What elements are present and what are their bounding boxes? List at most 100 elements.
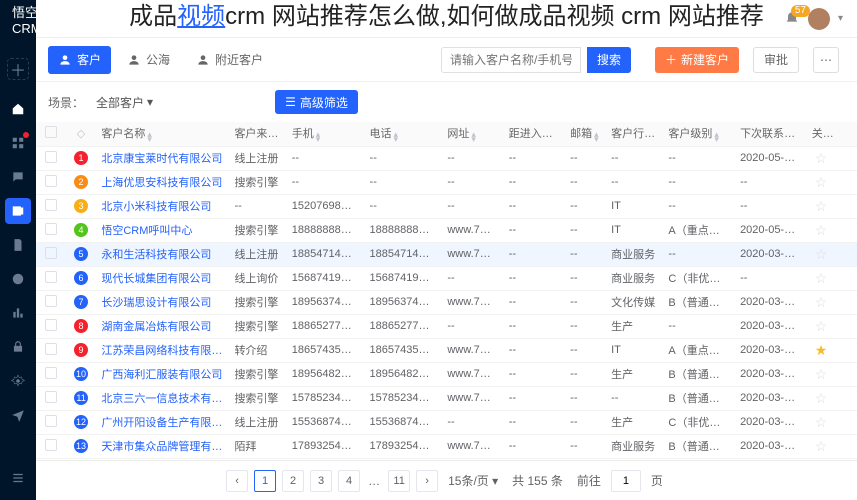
row-checkbox[interactable] — [36, 338, 67, 362]
row-checkbox[interactable] — [36, 314, 67, 338]
star-toggle[interactable]: ☆ — [806, 242, 837, 266]
star-toggle[interactable]: ☆ — [806, 194, 837, 218]
row-checkbox[interactable] — [36, 266, 67, 290]
table-row[interactable]: 10广西海利汇服装有限公司搜索引擎1895648235418956482354w… — [36, 362, 857, 386]
col-6[interactable]: 邮箱▴▾ — [564, 122, 605, 146]
star-toggle[interactable]: ☆ — [806, 170, 837, 194]
col-checkbox[interactable] — [36, 122, 67, 146]
star-toggle[interactable]: ☆ — [806, 386, 837, 410]
col-10[interactable]: 关注▴▾ — [806, 122, 837, 146]
row-checkbox[interactable] — [36, 194, 67, 218]
table-row[interactable]: 12广州开阳设备生产有限公司线上注册1553687452115536874521… — [36, 410, 857, 434]
customer-name-link[interactable]: 永和生活科技有限公司 — [95, 242, 228, 266]
row-checkbox[interactable] — [36, 386, 67, 410]
tab-公海[interactable]: 公海 — [117, 46, 180, 74]
star-toggle[interactable]: ☆ — [806, 290, 837, 314]
col-4[interactable]: 网址▴▾ — [441, 122, 502, 146]
nav-contacts[interactable] — [5, 198, 31, 224]
page-prev-button[interactable]: ‹ — [226, 470, 248, 492]
nav-chat[interactable] — [5, 164, 31, 190]
star-toggle[interactable]: ☆ — [806, 146, 837, 170]
page-2-button[interactable]: 2 — [282, 470, 304, 492]
nav-chart[interactable] — [5, 300, 31, 326]
customer-name-link[interactable]: 天津市集众品牌管理有限公司 — [95, 434, 228, 458]
page-1-button[interactable]: 1 — [254, 470, 276, 492]
table-row[interactable]: 3北京小米科技有限公司--15207698970--------IT----☆ — [36, 194, 857, 218]
customer-name-link[interactable]: 湖南金属冶炼有限公司 — [95, 314, 228, 338]
customer-name-link[interactable]: 江苏荣昌网络科技有限公司 — [95, 338, 228, 362]
nav-dashboard[interactable] — [5, 130, 31, 156]
nav-settings[interactable] — [5, 368, 31, 394]
col-index[interactable]: ◇ — [67, 122, 96, 146]
more-button[interactable]: ⋯ — [813, 47, 839, 73]
star-toggle[interactable]: ☆ — [806, 314, 837, 338]
table-row[interactable]: 8湖南金属冶炼有限公司搜索引擎1886527748918865277489---… — [36, 314, 857, 338]
star-toggle[interactable]: ☆ — [806, 266, 837, 290]
star-toggle[interactable]: ☆ — [806, 362, 837, 386]
row-checkbox[interactable] — [36, 410, 67, 434]
customer-name-link[interactable]: 现代长城集团有限公司 — [95, 266, 228, 290]
col-0[interactable]: 客户名称▴▾ — [95, 122, 228, 146]
nav-collapse-button[interactable] — [11, 471, 25, 488]
search-button[interactable]: 搜索 — [587, 47, 631, 73]
nav-home[interactable] — [5, 96, 31, 122]
star-toggle[interactable]: ★ — [806, 338, 837, 362]
nav-doc[interactable] — [5, 232, 31, 258]
customer-name-link[interactable]: 广西海利汇服装有限公司 — [95, 362, 228, 386]
customer-name-link[interactable]: 北京康宝莱时代有限公司 — [95, 146, 228, 170]
customer-name-link[interactable]: 北京小米科技有限公司 — [95, 194, 228, 218]
row-checkbox[interactable] — [36, 242, 67, 266]
row-checkbox[interactable] — [36, 434, 67, 458]
page-last-button[interactable]: 11 — [388, 470, 410, 492]
col-5[interactable]: 距进入公海…▴▾ — [503, 122, 564, 146]
new-customer-button[interactable]: ＋新建客户 — [655, 47, 739, 73]
star-toggle[interactable]: ☆ — [806, 410, 837, 434]
chevron-down-icon[interactable]: ▾ — [838, 13, 843, 24]
page-3-button[interactable]: 3 — [310, 470, 332, 492]
tab-附近客户[interactable]: 附近客户 — [186, 46, 273, 74]
row-checkbox[interactable] — [36, 170, 67, 194]
star-toggle[interactable]: ☆ — [806, 218, 837, 242]
customer-name-link[interactable]: 上海优思安科技有限公司 — [95, 170, 228, 194]
customer-name-link[interactable]: 北京三六一信息技术有限公司 — [95, 386, 228, 410]
row-index: 2 — [67, 170, 96, 194]
notification-bell-icon[interactable]: 57 — [784, 11, 800, 27]
table-row[interactable]: 5永和生活科技有限公司线上注册1885471456318854714563www… — [36, 242, 857, 266]
col-8[interactable]: 客户级别▴▾ — [662, 122, 734, 146]
table-row[interactable]: 6现代长城集团有限公司线上询价1568741963515687419635---… — [36, 266, 857, 290]
customer-name-link[interactable]: 长沙瑞思设计有限公司 — [95, 290, 228, 314]
scene-select[interactable]: 全部客户▾ — [96, 94, 153, 111]
nav-send[interactable] — [5, 402, 31, 428]
row-checkbox[interactable] — [36, 218, 67, 242]
row-checkbox[interactable] — [36, 290, 67, 314]
nav-lock[interactable] — [5, 334, 31, 360]
nav-money[interactable] — [5, 266, 31, 292]
table-row[interactable]: 11北京三六一信息技术有限公司搜索引擎157852345251578523452… — [36, 386, 857, 410]
table-row[interactable]: 2上海优思安科技有限公司搜索引擎----------------☆ — [36, 170, 857, 194]
goto-input[interactable] — [611, 470, 641, 492]
quick-add-button[interactable]: ＋ — [7, 58, 29, 80]
col-2[interactable]: 手机▴▾ — [286, 122, 364, 146]
page-next-button[interactable]: › — [416, 470, 438, 492]
search-input[interactable] — [441, 47, 581, 73]
row-checkbox[interactable] — [36, 146, 67, 170]
customer-name-link[interactable]: 广州开阳设备生产有限公司 — [95, 410, 228, 434]
table-row[interactable]: 13天津市集众品牌管理有限公司陌拜1789325412517893254125w… — [36, 434, 857, 458]
advanced-filter-button[interactable]: ☰高级筛选 — [275, 90, 358, 114]
customer-name-link[interactable]: 悟空CRM呼叫中心 — [95, 218, 228, 242]
table-row[interactable]: 4悟空CRM呼叫中心搜索引擎1888888888818888888888www.… — [36, 218, 857, 242]
table-row[interactable]: 1北京康宝莱时代有限公司线上注册--------------2020-05-2…… — [36, 146, 857, 170]
col-9[interactable]: 下次联系…▴▾ — [734, 122, 806, 146]
col-1[interactable]: 客户来源▴▾ — [228, 122, 285, 146]
audit-button[interactable]: 审批 — [753, 47, 799, 73]
col-3[interactable]: 电话▴▾ — [364, 122, 442, 146]
table-row[interactable]: 7长沙瑞思设计有限公司搜索引擎1895637458918956374589www… — [36, 290, 857, 314]
avatar[interactable] — [808, 8, 830, 30]
star-toggle[interactable]: ☆ — [806, 434, 837, 458]
page-4-button[interactable]: 4 — [338, 470, 360, 492]
page-size-select[interactable]: 15条/页 ▾ — [448, 472, 498, 489]
table-row[interactable]: 9江苏荣昌网络科技有限公司转介绍1865743596218657435962ww… — [36, 338, 857, 362]
col-7[interactable]: 客户行业▴▾ — [605, 122, 662, 146]
tab-客户[interactable]: 客户 — [48, 46, 111, 74]
row-checkbox[interactable] — [36, 362, 67, 386]
